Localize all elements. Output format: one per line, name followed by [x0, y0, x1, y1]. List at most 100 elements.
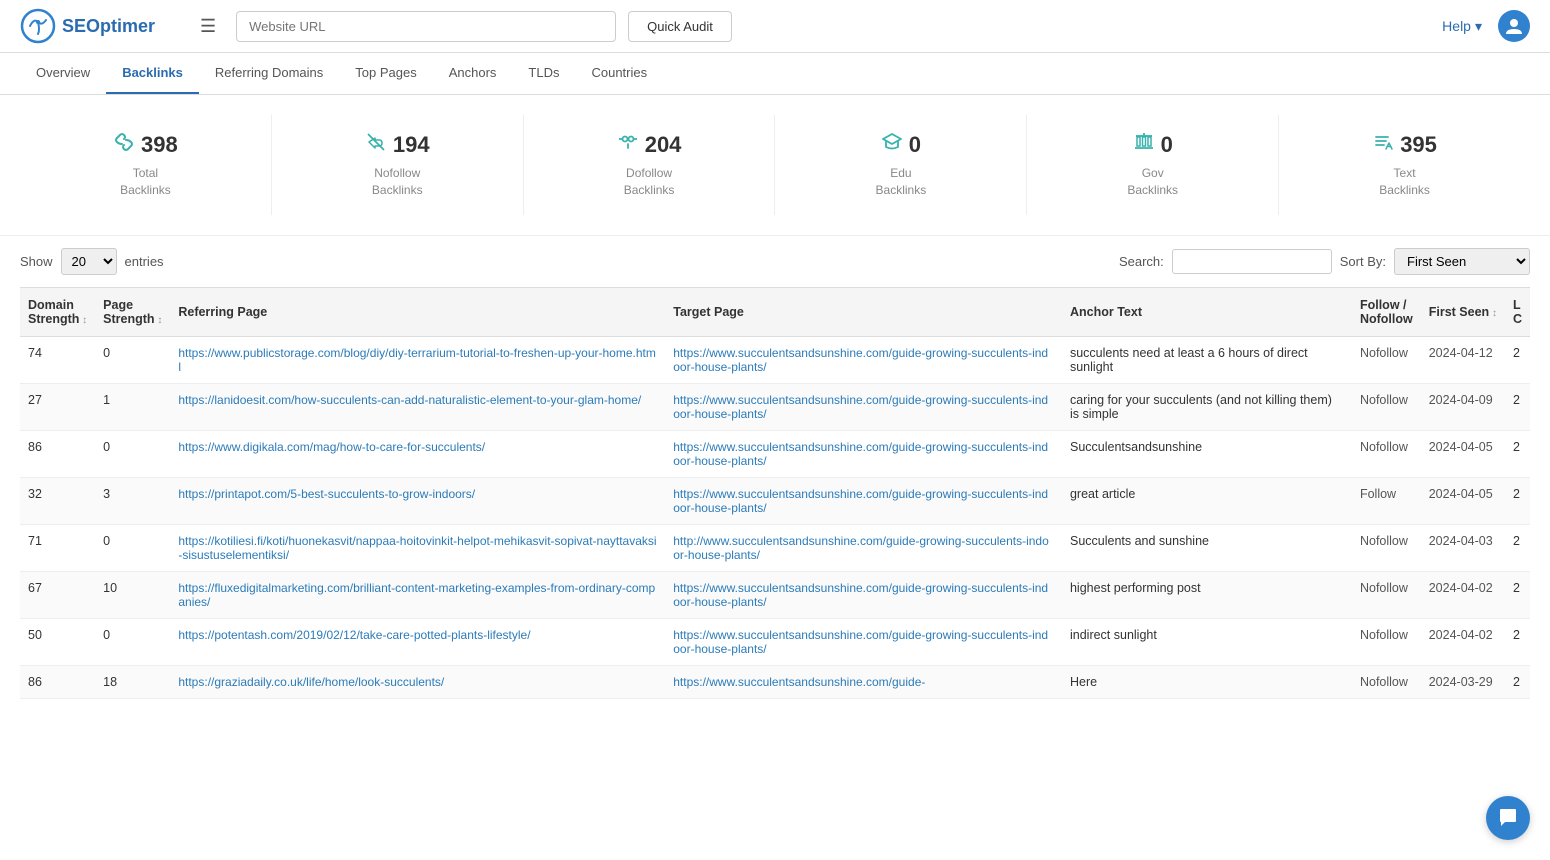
cell-referring-page: https://www.digikala.com/mag/how-to-care…: [170, 430, 665, 477]
search-input[interactable]: [1172, 249, 1332, 274]
target-page-link[interactable]: https://www.succulentsandsunshine.com/gu…: [673, 346, 1048, 374]
cell-anchor-text: caring for your succulents (and not kill…: [1062, 383, 1352, 430]
cell-page-strength: 1: [95, 383, 170, 430]
cell-target-page: https://www.succulentsandsunshine.com/gu…: [665, 430, 1062, 477]
referring-page-link[interactable]: https://kotiliesi.fi/koti/huonekasvit/na…: [178, 534, 656, 562]
cell-follow: Nofollow: [1352, 430, 1421, 477]
target-page-link[interactable]: https://www.succulentsandsunshine.com/gu…: [673, 675, 925, 689]
cell-lc: 2: [1505, 336, 1530, 383]
backlinks-table: DomainStrength PageStrength Referring Pa…: [20, 287, 1530, 699]
stat-edu-backlinks: 0 EduBacklinks: [775, 115, 1027, 215]
url-input[interactable]: [236, 11, 616, 42]
user-icon[interactable]: [1498, 10, 1530, 42]
target-page-link[interactable]: https://www.succulentsandsunshine.com/gu…: [673, 628, 1048, 656]
gov-backlinks-number: 0: [1161, 132, 1173, 158]
cell-domain-strength: 50: [20, 618, 95, 665]
cell-first-seen: 2024-04-02: [1421, 618, 1505, 665]
cell-page-strength: 0: [95, 618, 170, 665]
target-page-link[interactable]: https://www.succulentsandsunshine.com/gu…: [673, 581, 1048, 609]
help-button[interactable]: Help ▾: [1442, 18, 1482, 35]
cell-domain-strength: 86: [20, 665, 95, 698]
referring-page-link[interactable]: https://www.publicstorage.com/blog/diy/d…: [178, 346, 656, 374]
col-follow: Follow /Nofollow: [1352, 287, 1421, 336]
table-row: 27 1 https://lanidoesit.com/how-succulen…: [20, 383, 1530, 430]
logo-text: SEOptimer: [62, 16, 155, 37]
stat-text-backlinks: 395 TextBacklinks: [1279, 115, 1530, 215]
stat-dofollow-backlinks: 204 DofollowBacklinks: [524, 115, 776, 215]
table-row: 32 3 https://printapot.com/5-best-succul…: [20, 477, 1530, 524]
referring-page-link[interactable]: https://graziadaily.co.uk/life/home/look…: [178, 675, 444, 689]
logo-icon: [20, 8, 56, 44]
dofollow-backlinks-label: DofollowBacklinks: [532, 165, 767, 199]
referring-page-link[interactable]: https://potentash.com/2019/02/12/take-ca…: [178, 628, 530, 642]
nav-tabs: Overview Backlinks Referring Domains Top…: [0, 53, 1550, 95]
cell-first-seen: 2024-04-09: [1421, 383, 1505, 430]
sort-by-label: Sort By:: [1340, 254, 1386, 269]
referring-page-link[interactable]: https://lanidoesit.com/how-succulents-ca…: [178, 393, 641, 407]
cell-follow: Nofollow: [1352, 383, 1421, 430]
total-backlinks-icon: [113, 131, 135, 159]
tab-anchors[interactable]: Anchors: [433, 53, 513, 94]
table-row: 74 0 https://www.publicstorage.com/blog/…: [20, 336, 1530, 383]
cell-follow: Nofollow: [1352, 524, 1421, 571]
help-label: Help: [1442, 18, 1471, 34]
sort-select[interactable]: First Seen Domain Strength Page Strength: [1394, 248, 1530, 275]
dofollow-backlinks-number: 204: [645, 132, 682, 158]
hamburger-menu[interactable]: ☰: [192, 12, 224, 41]
col-page-strength[interactable]: PageStrength: [95, 287, 170, 336]
col-domain-strength[interactable]: DomainStrength: [20, 287, 95, 336]
help-chevron-icon: ▾: [1475, 18, 1482, 35]
search-label: Search:: [1119, 254, 1164, 269]
entries-label: entries: [125, 254, 164, 269]
target-page-link[interactable]: https://www.succulentsandsunshine.com/gu…: [673, 393, 1048, 421]
table-controls: Show 10 20 50 100 entries Search: Sort B…: [0, 236, 1550, 287]
stat-gov-backlinks: 0 GovBacklinks: [1027, 115, 1279, 215]
referring-page-link[interactable]: https://fluxedigitalmarketing.com/brilli…: [178, 581, 655, 609]
tab-referring-domains[interactable]: Referring Domains: [199, 53, 339, 94]
edu-backlinks-number: 0: [909, 132, 921, 158]
cell-domain-strength: 32: [20, 477, 95, 524]
stats-row: 398 TotalBacklinks 194 NofollowBacklinks: [0, 95, 1550, 236]
referring-page-link[interactable]: https://printapot.com/5-best-succulents-…: [178, 487, 475, 501]
tab-tlds[interactable]: TLDs: [512, 53, 575, 94]
cell-referring-page: https://kotiliesi.fi/koti/huonekasvit/na…: [170, 524, 665, 571]
cell-page-strength: 3: [95, 477, 170, 524]
tab-overview[interactable]: Overview: [20, 53, 106, 94]
cell-page-strength: 0: [95, 336, 170, 383]
col-target-page: Target Page: [665, 287, 1062, 336]
cell-domain-strength: 27: [20, 383, 95, 430]
chat-button[interactable]: [1486, 796, 1530, 840]
cell-first-seen: 2024-04-02: [1421, 571, 1505, 618]
cell-follow: Nofollow: [1352, 618, 1421, 665]
edu-icon: [881, 131, 903, 159]
logo-area: SEOptimer: [20, 8, 180, 44]
cell-lc: 2: [1505, 618, 1530, 665]
cell-lc: 2: [1505, 477, 1530, 524]
cell-domain-strength: 71: [20, 524, 95, 571]
cell-target-page: http://www.succulentsandsunshine.com/gui…: [665, 524, 1062, 571]
cell-referring-page: https://graziadaily.co.uk/life/home/look…: [170, 665, 665, 698]
stat-nofollow-backlinks: 194 NofollowBacklinks: [272, 115, 524, 215]
tab-countries[interactable]: Countries: [575, 53, 663, 94]
cell-anchor-text: highest performing post: [1062, 571, 1352, 618]
header: SEOptimer ☰ Quick Audit Help ▾: [0, 0, 1550, 53]
nofollow-backlinks-number: 194: [393, 132, 430, 158]
cell-referring-page: https://lanidoesit.com/how-succulents-ca…: [170, 383, 665, 430]
cell-lc: 2: [1505, 430, 1530, 477]
cell-anchor-text: Succulentsandsunshine: [1062, 430, 1352, 477]
target-page-link[interactable]: https://www.succulentsandsunshine.com/gu…: [673, 487, 1048, 515]
cell-lc: 2: [1505, 665, 1530, 698]
entries-select[interactable]: 10 20 50 100: [61, 248, 117, 275]
quick-audit-button[interactable]: Quick Audit: [628, 11, 732, 42]
cell-follow: Nofollow: [1352, 336, 1421, 383]
tab-backlinks[interactable]: Backlinks: [106, 53, 199, 94]
cell-referring-page: https://printapot.com/5-best-succulents-…: [170, 477, 665, 524]
cell-anchor-text: Succulents and sunshine: [1062, 524, 1352, 571]
target-page-link[interactable]: https://www.succulentsandsunshine.com/gu…: [673, 440, 1048, 468]
referring-page-link[interactable]: https://www.digikala.com/mag/how-to-care…: [178, 440, 485, 454]
target-page-link[interactable]: http://www.succulentsandsunshine.com/gui…: [673, 534, 1049, 562]
tab-top-pages[interactable]: Top Pages: [339, 53, 432, 94]
header-right: Help ▾: [1442, 10, 1530, 42]
cell-follow: Nofollow: [1352, 571, 1421, 618]
col-first-seen[interactable]: First Seen: [1421, 287, 1505, 336]
